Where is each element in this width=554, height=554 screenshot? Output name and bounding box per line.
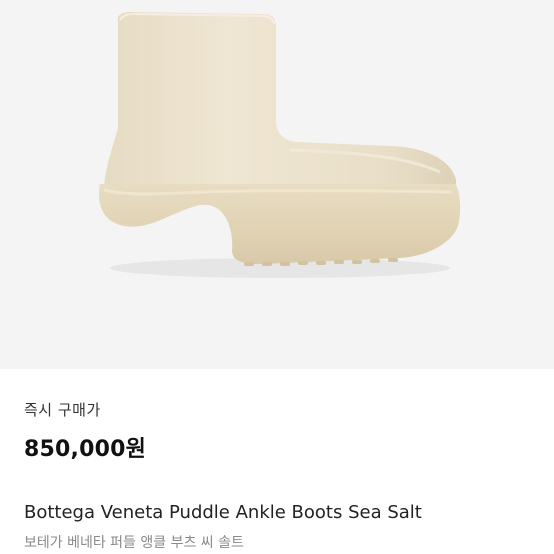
product-info: 즉시 구매가 850,000원 Bottega Veneta Puddle An… (0, 369, 554, 554)
price: 850,000원 (24, 437, 147, 462)
instant-purchase-label: 즉시 구매가 (24, 401, 101, 419)
product-image[interactable] (0, 0, 554, 369)
product-name-korean: 보테가 베네타 퍼들 앵클 부츠 씨 솔트 (24, 535, 244, 551)
ankle-boot-image (99, 12, 461, 278)
product-name-english[interactable]: Bottega Veneta Puddle Ankle Boots Sea Sa… (24, 502, 422, 523)
